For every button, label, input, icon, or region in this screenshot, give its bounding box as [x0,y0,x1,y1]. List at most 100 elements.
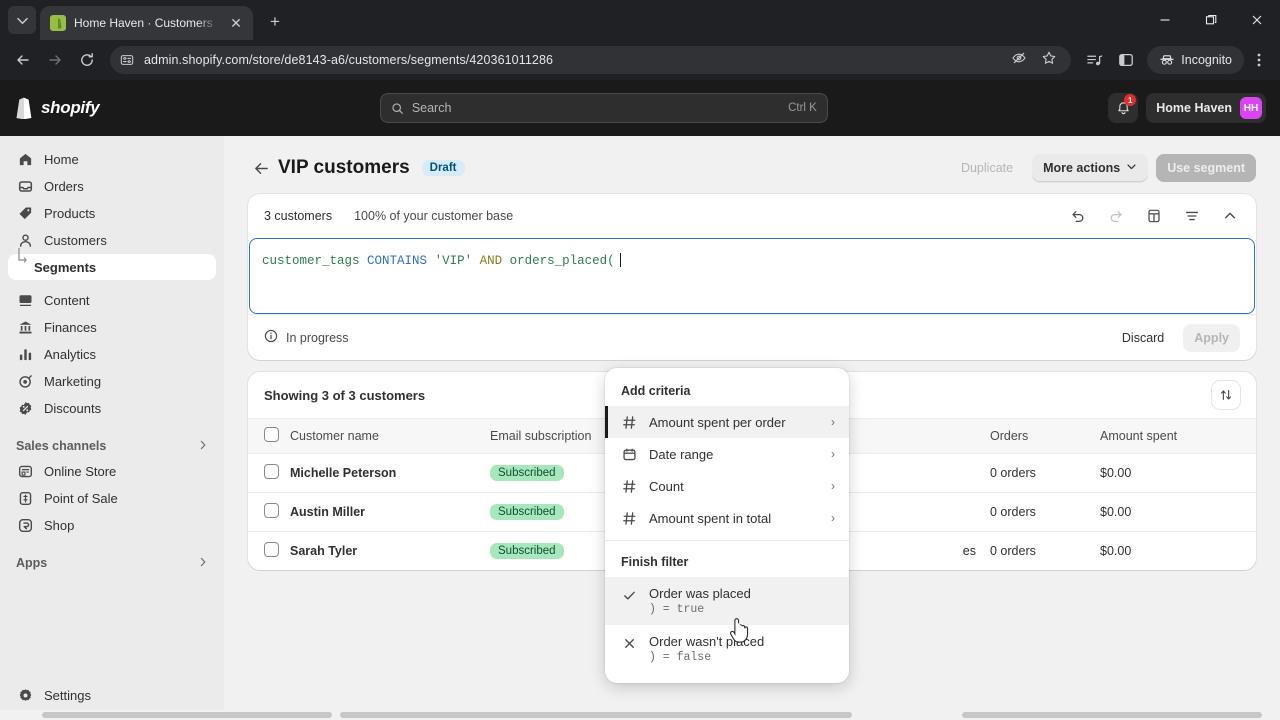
column-amount-spent[interactable]: Amount spent [1100,418,1256,454]
new-tab-icon[interactable]: + [261,8,289,36]
topbar-right: 1 Home Haven HH [1108,93,1266,123]
hide-password-icon[interactable] [1011,50,1027,71]
maximize-icon[interactable] [1188,0,1234,40]
sidebar-item-settings[interactable]: Settings [8,682,216,708]
redo-icon[interactable] [1106,206,1126,226]
sidebar-item-point-of-sale[interactable]: Point of Sale [8,485,216,511]
forward-icon[interactable] [40,45,70,75]
query-code: customer_tags CONTAINS 'VIP' AND orders_… [262,253,1242,268]
column-customer-name[interactable]: Customer name [290,418,490,454]
chevron-down-icon [1126,161,1137,175]
sidebar: Home Orders Products Customers Segments [0,136,224,720]
row-select-cell [248,453,290,493]
minimize-icon[interactable] [1142,0,1188,40]
row-checkbox[interactable] [264,503,279,518]
sidebar-item-marketing[interactable]: Marketing [8,368,216,394]
row-checkbox[interactable] [264,464,279,479]
criteria-item-date-range[interactable]: Date range › [605,438,849,470]
criteria-label: Count [649,478,684,494]
notifications-button[interactable]: 1 [1108,93,1139,123]
tag-icon [16,204,34,222]
reading-list-icon[interactable] [1079,45,1109,75]
store-menu-button[interactable]: Home Haven HH [1146,93,1266,123]
status-badge: Subscribed [490,504,564,520]
sidebar-item-customers[interactable]: Customers [8,227,216,253]
collapse-icon[interactable] [1220,206,1240,226]
x-icon [621,635,637,651]
chrome-menu-icon[interactable] [1246,45,1272,75]
apps-header[interactable]: Apps [8,551,216,575]
template-icon[interactable] [1144,206,1164,226]
finish-item-order-wasnt-placed[interactable]: Order wasn't placed ) = false [605,625,849,673]
sidebar-item-shop[interactable]: Shop [8,512,216,538]
address-bar[interactable]: admin.shopify.com/store/de8143-a6/custom… [110,46,1072,74]
row-checkbox[interactable] [264,542,279,557]
hash-icon [621,478,637,494]
filter-icon[interactable] [1182,206,1202,226]
calendar-icon [621,446,637,462]
sidebar-item-online-store[interactable]: Online Store [8,458,216,484]
criteria-item-count[interactable]: Count › [605,470,849,502]
sales-channels-header[interactable]: Sales channels [8,434,216,458]
sort-icon [1220,390,1232,400]
sidebar-item-orders[interactable]: Orders [8,173,216,199]
search-placeholder: Search [411,101,452,115]
cell-customer-name: Michelle Peterson [290,453,490,493]
use-segment-button[interactable]: Use segment [1156,154,1256,182]
browser-tab[interactable]: Home Haven · Customers · Sho ✕ [40,6,253,40]
incognito-indicator[interactable]: Incognito [1147,46,1244,74]
back-button[interactable] [248,155,274,181]
bookmark-star-icon[interactable] [1041,50,1057,71]
shopify-bag-icon [16,97,32,119]
search-input[interactable]: Search Ctrl K [379,93,828,123]
discard-button[interactable]: Discard [1111,324,1175,352]
tab-search-button[interactable] [8,6,36,34]
store-name: Home Haven [1156,101,1232,115]
criteria-item-amount-spent-per-order[interactable]: Amount spent per order › [605,406,849,438]
discount-icon [16,399,34,417]
sidebar-item-home[interactable]: Home [8,146,216,172]
reload-icon[interactable] [72,45,102,75]
sidebar-item-label: Analytics [44,346,97,362]
side-panel-icon[interactable] [1111,45,1141,75]
window-close-icon[interactable] [1234,0,1280,40]
more-actions-button[interactable]: More actions [1032,154,1149,182]
back-icon[interactable] [8,45,38,75]
sidebar-item-finances[interactable]: Finances [8,314,216,340]
query-input[interactable]: customer_tags CONTAINS 'VIP' AND orders_… [249,238,1255,314]
query-status-label: In progress [286,330,349,345]
query-status: In progress [264,329,349,346]
sidebar-item-segments[interactable]: Segments [8,248,216,280]
scrollbar-thumb-main[interactable] [340,712,852,718]
undo-icon[interactable] [1068,206,1088,226]
column-orders[interactable]: Orders [990,418,1100,454]
query-token-field: customer_tags [262,254,360,268]
sidebar-item-label: Segments [34,259,97,275]
cell-customer-name: Sarah Tyler [290,531,490,570]
tab-close-icon[interactable]: ✕ [227,14,245,32]
duplicate-button[interactable]: Duplicate [950,154,1024,182]
sidebar-item-products[interactable]: Products [8,200,216,226]
criteria-item-amount-spent-in-total[interactable]: Amount spent in total › [605,502,849,534]
target-icon [16,372,34,390]
shop-icon [16,516,34,534]
scrollbar-thumb-right[interactable] [962,712,1262,718]
finish-filter-header: Finish filter [621,555,689,569]
sidebar-item-discounts[interactable]: Discounts [8,395,216,421]
cell-orders: 0 orders [990,531,1100,570]
cell-customer-name: Austin Miller [290,492,490,532]
sidebar-item-content[interactable]: Content [8,287,216,313]
apply-button[interactable]: Apply [1183,323,1240,352]
scrollbar-thumb-sidebar[interactable] [42,712,332,718]
select-all-cell [248,418,290,454]
sort-button[interactable] [1212,381,1240,409]
sidebar-item-analytics[interactable]: Analytics [8,341,216,367]
check-icon [621,587,637,603]
bank-icon [16,318,34,336]
shopify-logo[interactable]: shopify [14,97,100,119]
finish-item-order-was-placed[interactable]: Order was placed ) = true [605,577,849,625]
shopify-wordmark: shopify [41,98,100,117]
select-all-checkbox[interactable] [264,427,279,442]
page-title: VIP customers [278,157,410,178]
horizontal-scrollbar[interactable] [0,710,1280,720]
